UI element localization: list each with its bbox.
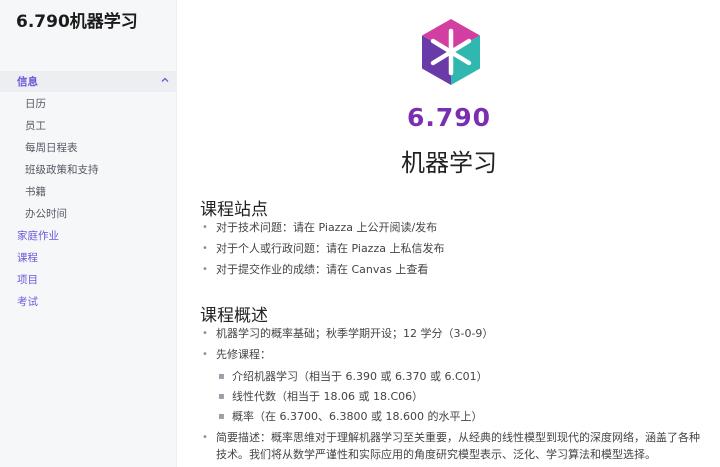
chevron-up-icon[interactable] (160, 75, 170, 85)
section-heading-course-overview: 课程概述 (200, 306, 268, 326)
sidebar-item-exams[interactable]: 考试 (17, 295, 38, 309)
sidebar-item-office-hours[interactable]: 办公时间 (25, 207, 67, 221)
list-item: • 机器学习的概率基础；秋季学期开设；12 学分（3-0-9） (202, 327, 494, 340)
list-item: • 简要描述：概率思维对于理解机器学习至关重要，从经典的线性模型到现代的深度网络，… (202, 431, 700, 444)
sidebar-item-weekly-schedule[interactable]: 每周日程表 (25, 141, 78, 155)
sidebar: 6.790机器学习 信息 日历 员工 每周日程表 班级政策和支持 书籍 办公时间… (0, 0, 177, 467)
sidebar-item-projects[interactable]: 项目 (17, 273, 38, 287)
bullet-icon: • (202, 432, 208, 443)
bullet-icon: • (202, 349, 208, 360)
main-content: 6.790 机器学习 课程站点 • 对于技术问题：请在 Piazza 上公开阅读/… (178, 0, 720, 467)
sidebar-item-homework[interactable]: 家庭作业 (17, 229, 59, 243)
section-heading-course-sites: 课程站点 (200, 200, 268, 220)
sidebar-item-calendar[interactable]: 日历 (25, 97, 46, 111)
site-title[interactable]: 6.790机器学习 (16, 7, 138, 32)
list-item-continuation: 技术。我们将从数学严谨性和实际应用的角度研究模型表示、泛化、学习算法和模型选择。 (216, 448, 656, 461)
sidebar-item-lectures[interactable]: 课程 (17, 251, 38, 265)
sidebar-item-books[interactable]: 书籍 (25, 185, 46, 199)
bullet-icon: ▪ (218, 411, 225, 422)
list-item: • 对于技术问题：请在 Piazza 上公开阅读/发布 (202, 221, 438, 234)
bullet-icon: ▪ (218, 371, 225, 382)
bullet-icon: • (202, 222, 208, 233)
bullet-icon: • (202, 264, 208, 275)
sidebar-item-info[interactable]: 信息 (17, 75, 38, 89)
course-number: 6.790 (406, 103, 492, 132)
sidebar-item-policies[interactable]: 班级政策和支持 (25, 163, 99, 177)
prerequisite-item: ▪ 线性代数（相当于 18.06 或 18.C06） (218, 390, 424, 403)
prerequisite-item: ▪ 概率（在 6.3700、6.3800 或 18.600 的水平上） (218, 410, 483, 423)
bullet-icon: • (202, 328, 208, 339)
course-name: 机器学习 (401, 149, 497, 177)
course-cube-logo (422, 19, 480, 85)
list-item: • 先修课程： (202, 348, 271, 361)
bullet-icon: • (202, 243, 208, 254)
list-item: • 对于个人或行政问题：请在 Piazza 上私信发布 (202, 242, 445, 255)
bullet-icon: ▪ (218, 391, 225, 402)
prerequisite-item: ▪ 介绍机器学习（相当于 6.390 或 6.370 或 6.C01） (218, 370, 488, 383)
sidebar-item-staff[interactable]: 员工 (25, 119, 46, 133)
list-item: • 对于提交作业的成绩：请在 Canvas 上查看 (202, 263, 429, 276)
